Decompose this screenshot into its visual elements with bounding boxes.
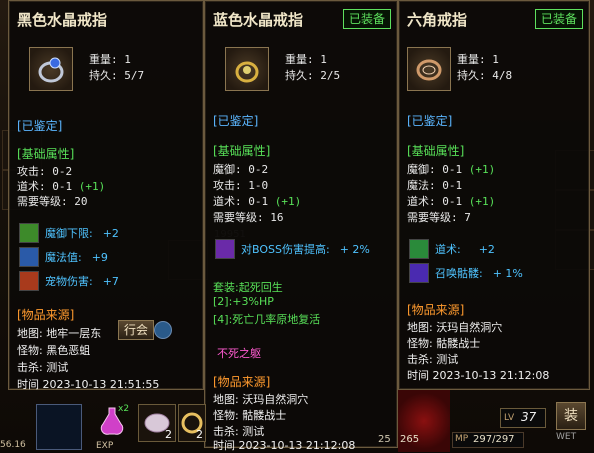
- attr-line: 攻击: 0-2: [17, 165, 73, 178]
- purple-wand-icon: [409, 263, 429, 283]
- basic-attrs-title: [基础属性]: [17, 147, 75, 161]
- tooltip-blue-crystal-ring: 蓝色水晶戒指 已装备 重量: 1 持久: 2/5 [已鉴定] [基础属性] 魔御…: [204, 0, 398, 452]
- equipment-button[interactable]: 装: [556, 402, 586, 430]
- mp-bar: MP 297/297: [452, 432, 524, 448]
- durability: 持久: 2/5: [285, 69, 341, 82]
- origin-line: 地图: 沃玛自然洞穴: [213, 393, 309, 406]
- attr-line: 需要等级: 7: [407, 211, 471, 224]
- green-swirl-icon: [19, 223, 39, 243]
- identified-label: [已鉴定]: [213, 114, 259, 128]
- exp-label: EXP: [96, 441, 114, 451]
- skill-row: 召唤骷髅: + 1%: [409, 263, 523, 283]
- equipped-badge: 已装备: [534, 9, 583, 29]
- item-count: 2: [196, 428, 203, 441]
- origin-line: 怪物: 骷髅战士: [407, 337, 481, 350]
- identified-label: [已鉴定]: [17, 119, 63, 133]
- attr-line: 魔御: 0-1 (+1): [407, 163, 496, 176]
- level-box: LV 37: [500, 408, 546, 428]
- set-line: [2]:+3%HP: [213, 295, 274, 308]
- hp-text: 265: [400, 434, 420, 445]
- skill-row: 道术: +2: [409, 239, 495, 259]
- guild-button[interactable]: 行会: [118, 320, 154, 340]
- ring-icon: [407, 47, 451, 91]
- level-label: LV: [504, 413, 515, 423]
- attr-line: 魔御: 0-2: [213, 163, 269, 176]
- tooltip-black-crystal-ring: 黑色水晶戒指 重量: 1 持久: 5/7 [已鉴定] [基础属性] 攻击: 0-…: [8, 0, 204, 391]
- wet-label: WET: [556, 432, 577, 442]
- equipped-badge: 已装备: [342, 9, 391, 29]
- globe-icon[interactable]: [154, 321, 172, 339]
- purple-gem-icon: [215, 239, 235, 259]
- origin-line: 地图: 沃玛自然洞穴: [407, 321, 503, 334]
- item-title: 六角戒指: [407, 11, 468, 29]
- weight: 重量: 1: [89, 53, 131, 66]
- item-count: 2: [165, 428, 172, 441]
- attr-line: 道术: 0-1 (+1): [17, 180, 106, 193]
- origin-line: 怪物: 黑色恶蛆: [17, 344, 91, 357]
- green-leaf-icon: [409, 239, 429, 259]
- durability: 持久: 5/7: [89, 69, 145, 82]
- coord-readout: 56.16: [0, 440, 26, 450]
- origin-line: 时间 2023-10-13 21:12:08: [407, 369, 550, 382]
- ring-icon: [29, 47, 73, 91]
- weight: 重量: 1: [457, 53, 499, 66]
- skill-row: 宠物伤害: +7: [19, 271, 119, 291]
- weight: 重量: 1: [285, 53, 327, 66]
- mp-label: MP: [455, 434, 469, 444]
- hp-value: 25: [378, 434, 391, 445]
- attr-line: 需要等级: 20: [17, 195, 88, 208]
- attr-line: 魔法: 0-1: [407, 179, 463, 192]
- blue-orb-icon: [19, 247, 39, 267]
- ring-icon: [225, 47, 269, 91]
- attr-line: 需要等级: 16: [213, 211, 284, 224]
- set-name: 不死之躯: [217, 347, 261, 360]
- moon-icon: [36, 404, 82, 450]
- basic-attrs-title: [基础属性]: [407, 144, 465, 158]
- item-title: 蓝色水晶戒指: [213, 11, 304, 29]
- skill-row: 对BOSS伤害提高: + 2%: [215, 239, 370, 259]
- attr-line: 道术: 0-1 (+1): [407, 195, 496, 208]
- origin-line: 怪物: 骷髅战士: [213, 409, 287, 422]
- origin-title: [物品来源]: [17, 308, 75, 322]
- durability: 持久: 4/8: [457, 69, 513, 82]
- attr-line: 攻击: 1-0: [213, 179, 269, 192]
- origin-line: 击杀: 测试: [407, 353, 459, 366]
- origin-line: 时间 2023-10-13 21:51:55: [17, 378, 160, 391]
- mp-text: 297/297: [473, 434, 515, 445]
- red-claw-icon: [19, 271, 39, 291]
- item-title: 黑色水晶戒指: [17, 11, 108, 29]
- level-value: 37: [521, 410, 537, 424]
- origin-line: 击杀: 测试: [17, 361, 69, 374]
- basic-attrs-title: [基础属性]: [213, 144, 271, 158]
- set-line: 套装:起死回生: [213, 281, 283, 294]
- origin-title: [物品来源]: [407, 303, 465, 317]
- tooltip-hexagon-ring: 六角戒指 已装备 重量: 1 持久: 4/8 [已鉴定] [基础属性] 魔御: …: [398, 0, 590, 390]
- attr-line: 道术: 0-1 (+1): [213, 195, 302, 208]
- origin-title: [物品来源]: [213, 375, 271, 389]
- origin-line: 时间 2023-10-13 21:12:08: [213, 439, 356, 452]
- identified-label: [已鉴定]: [407, 114, 453, 128]
- skill-row: 魔御下限: +2: [19, 223, 119, 243]
- potion-count: x2: [118, 404, 130, 414]
- skill-row: 魔法值: +9: [19, 247, 108, 267]
- origin-line: 地图: 地牢一层东: [17, 327, 102, 340]
- set-line: [4]:死亡几率原地复活: [213, 313, 321, 326]
